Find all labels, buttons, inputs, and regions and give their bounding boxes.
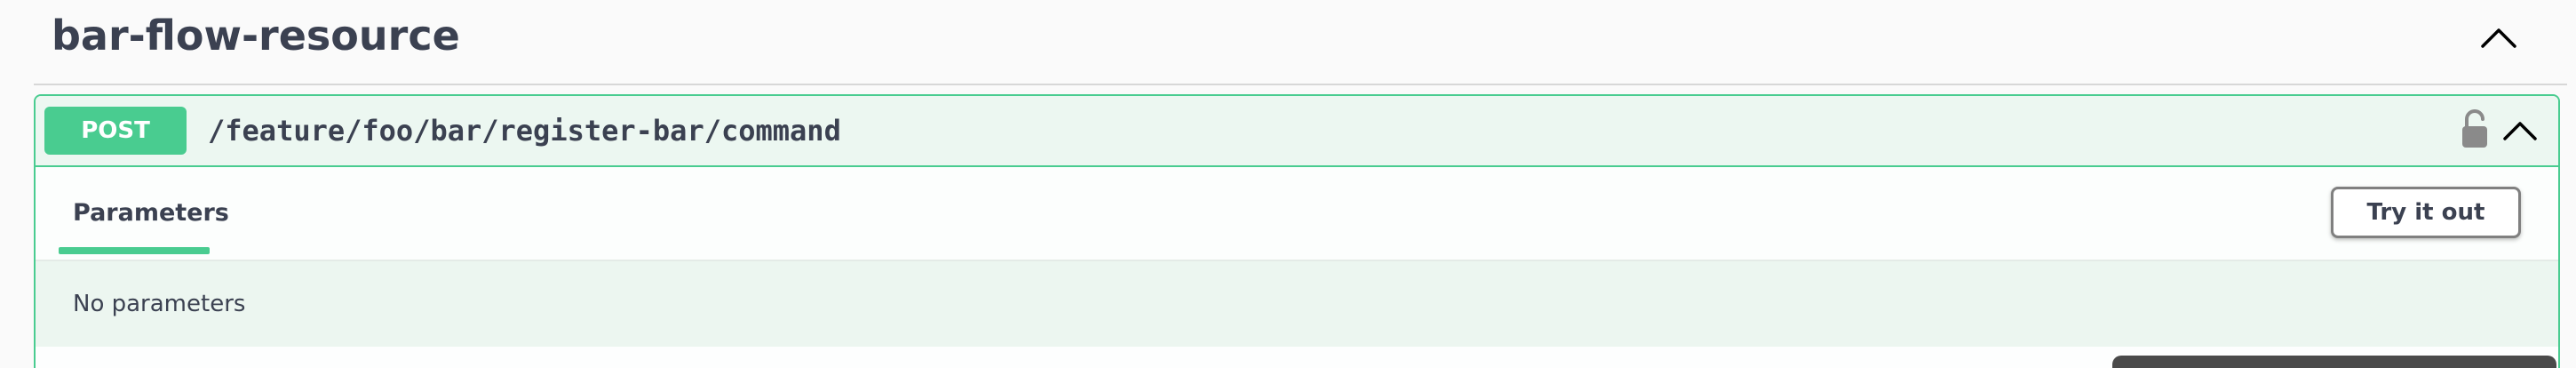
chevron-up-icon[interactable] (2498, 112, 2542, 148)
execute-area (36, 347, 2558, 368)
method-badge: POST (44, 107, 187, 155)
tag-header[interactable]: bar-flow-resource (34, 0, 2567, 85)
operation-path: /feature/foo/bar/register-bar/command (208, 114, 841, 148)
lock-open-icon[interactable] (2457, 107, 2493, 151)
operation-block: POST /feature/foo/bar/register-bar/comma… (34, 94, 2560, 368)
tab-bar: Parameters Try it out (36, 167, 2558, 261)
no-parameters-text: No parameters (73, 291, 246, 317)
operation-summary[interactable]: POST /feature/foo/bar/register-bar/comma… (36, 96, 2558, 167)
try-it-out-button[interactable]: Try it out (2331, 187, 2521, 238)
chevron-up-icon[interactable] (2468, 18, 2530, 53)
tab-parameters[interactable]: Parameters (73, 197, 229, 229)
active-tab-indicator (59, 247, 210, 254)
tag-title: bar-flow-resource (52, 12, 460, 60)
parameters-section: No parameters (36, 261, 2558, 347)
